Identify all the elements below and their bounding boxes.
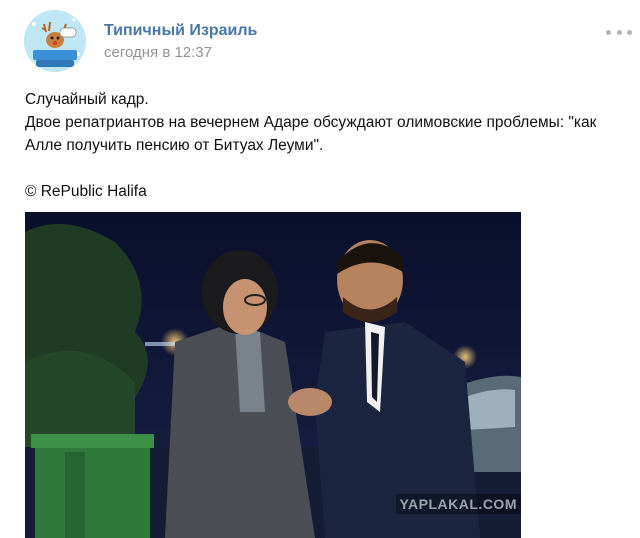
post-date[interactable]: сегодня в 12:37 bbox=[104, 44, 212, 61]
post-text: Случайный кадр. Двое репатриантов на веч… bbox=[25, 88, 625, 203]
more-dot bbox=[606, 29, 611, 35]
reindeer-logo-icon bbox=[24, 10, 86, 72]
more-dot bbox=[616, 29, 622, 35]
photo-scene bbox=[25, 212, 521, 538]
post-text-line: © RePublic Halifa bbox=[25, 183, 147, 200]
avatar[interactable] bbox=[24, 10, 86, 72]
post-text-line: Двое репатриантов на вечернем Адаре обсу… bbox=[25, 114, 597, 154]
post: Типичный Израиль сегодня в 12:37 Случайн… bbox=[0, 0, 640, 538]
community-name-link[interactable]: Типичный Израиль bbox=[104, 22, 257, 40]
post-header: Типичный Израиль сегодня в 12:37 bbox=[0, 0, 640, 80]
post-photo[interactable]: YAPLAKAL.COM bbox=[25, 212, 521, 538]
post-text-line: Случайный кадр. bbox=[25, 91, 149, 108]
more-horizontal-icon[interactable] bbox=[606, 22, 632, 42]
photo-watermark: YAPLAKAL.COM bbox=[395, 494, 521, 514]
more-dot bbox=[627, 29, 632, 35]
